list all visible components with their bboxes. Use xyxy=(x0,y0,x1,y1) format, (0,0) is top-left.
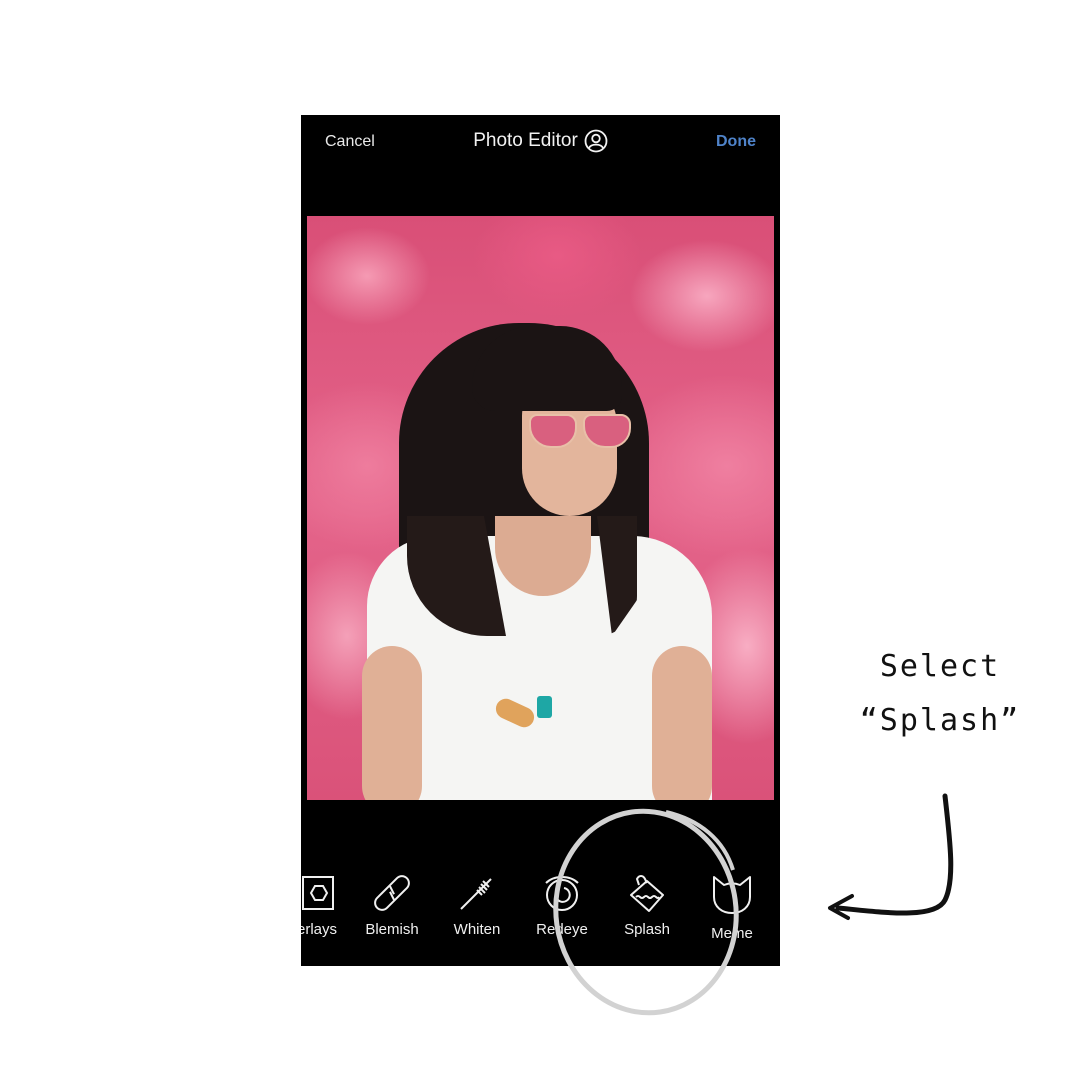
tool-meme[interactable]: Meme xyxy=(687,867,777,942)
user-circle-icon[interactable] xyxy=(584,129,608,153)
photo-sunglasses xyxy=(529,414,631,448)
photo-arm-left xyxy=(362,646,422,800)
paint-bucket-icon xyxy=(630,875,664,912)
instruction-annotation: Select “Splash” xyxy=(850,640,1030,748)
photo-bangs xyxy=(472,326,622,411)
done-button[interactable]: Done xyxy=(716,133,756,151)
instruction-line-1: Select xyxy=(879,649,1001,684)
tool-whiten[interactable]: Whiten xyxy=(432,867,522,938)
tool-strip[interactable]: erlays Blemish Whiten Redeye Splash Meme xyxy=(301,867,780,957)
photo-editor-screen: Cancel Photo Editor Done erlays Blemish … xyxy=(301,115,780,966)
tool-redeye[interactable]: Redeye xyxy=(517,867,607,938)
tool-blemish[interactable]: Blemish xyxy=(347,867,437,938)
title-container: Photo Editor xyxy=(301,129,780,153)
tool-splash[interactable]: Splash xyxy=(602,867,692,938)
cat-face-icon xyxy=(713,876,751,914)
overlays-icon xyxy=(302,876,334,910)
photo-arm-right xyxy=(652,646,712,800)
page-title: Photo Editor xyxy=(473,130,578,151)
arrow-head-icon xyxy=(828,894,854,920)
toothbrush-icon xyxy=(460,878,492,910)
bandage-icon xyxy=(374,875,410,911)
photo-pendant-teal xyxy=(537,696,552,718)
instruction-line-2: “Splash” xyxy=(859,703,1021,738)
top-bar: Cancel Photo Editor Done xyxy=(301,115,780,169)
photo-canvas[interactable] xyxy=(307,216,774,800)
eye-icon xyxy=(545,876,579,911)
